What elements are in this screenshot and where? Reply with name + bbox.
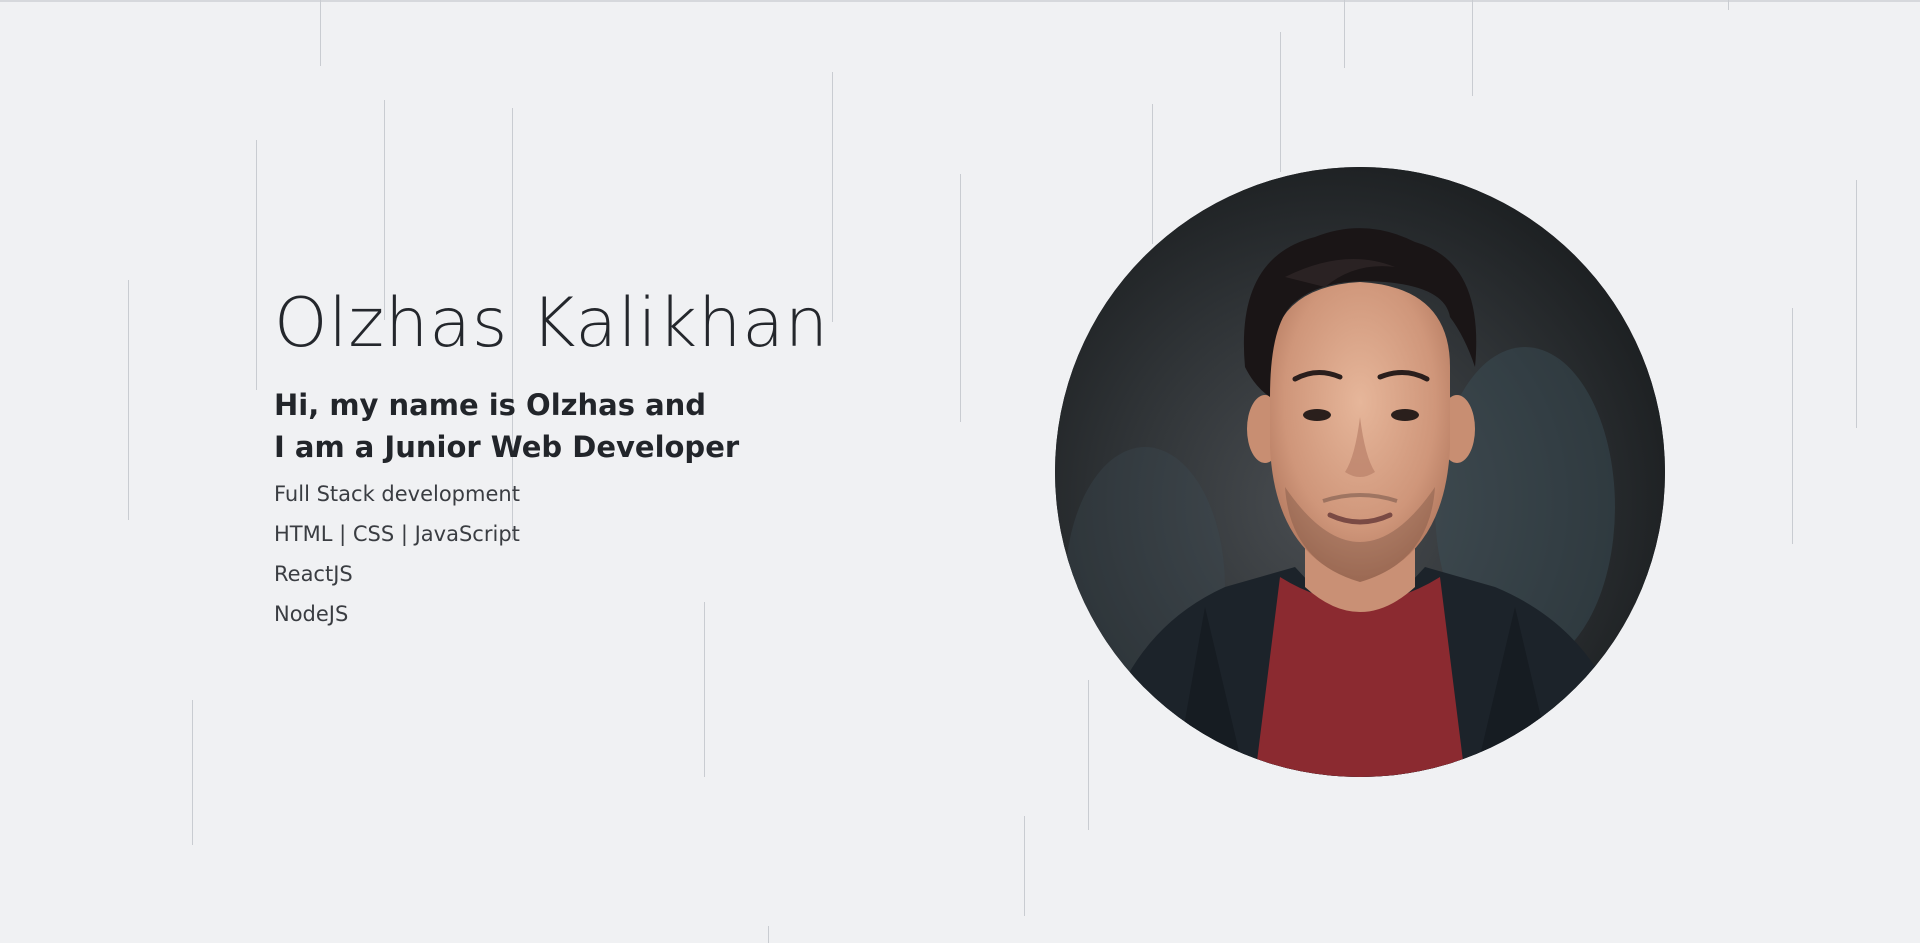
skill-item: Full Stack development bbox=[274, 482, 520, 506]
bg-line bbox=[1024, 816, 1025, 916]
bg-line bbox=[1280, 32, 1281, 172]
intro-line-1: Hi, my name is Olzhas and bbox=[274, 388, 707, 422]
bg-line bbox=[256, 140, 257, 390]
page-title: Olzhas Kalikhan bbox=[274, 284, 830, 363]
skill-item: NodeJS bbox=[274, 602, 349, 626]
bg-line bbox=[320, 0, 321, 66]
top-border bbox=[0, 0, 1920, 2]
skill-item: HTML | CSS | JavaScript bbox=[274, 522, 520, 546]
avatar bbox=[1055, 167, 1665, 777]
intro-line-2: I am a Junior Web Developer bbox=[274, 430, 740, 464]
skills-list: Full Stack development HTML | CSS | Java… bbox=[274, 474, 974, 634]
bg-line bbox=[1152, 104, 1153, 244]
bg-line bbox=[192, 700, 193, 845]
skill-item: ReactJS bbox=[274, 562, 353, 586]
bg-line bbox=[1856, 180, 1857, 428]
intro-text: Hi, my name is Olzhas and I am a Junior … bbox=[274, 384, 974, 468]
bg-line bbox=[1088, 680, 1089, 830]
bg-line bbox=[1344, 0, 1345, 68]
bg-line bbox=[128, 280, 129, 520]
bg-line bbox=[1472, 0, 1473, 96]
bg-line bbox=[832, 72, 833, 322]
hero-section: Olzhas Kalikhan Hi, my name is Olzhas an… bbox=[274, 290, 974, 634]
bg-line bbox=[1792, 308, 1793, 544]
profile-photo-icon bbox=[1055, 167, 1665, 777]
bg-line bbox=[768, 926, 769, 943]
